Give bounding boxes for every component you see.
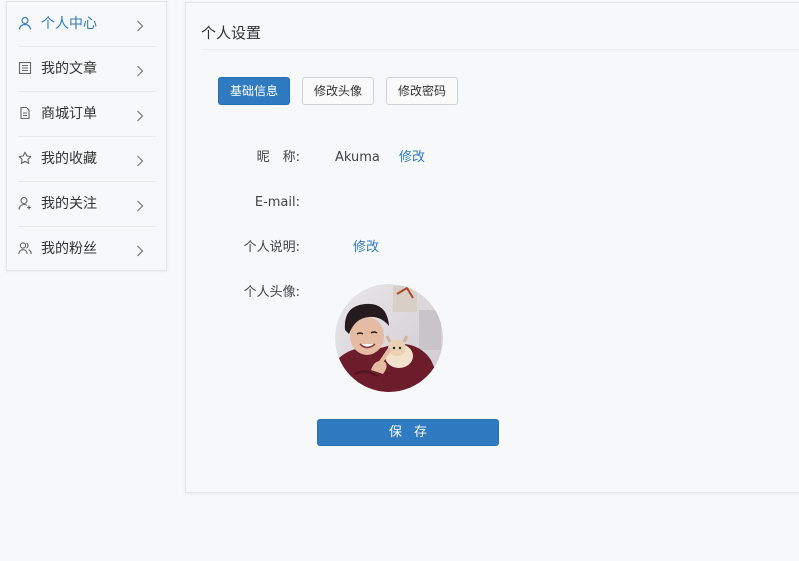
chevron-right-icon	[135, 17, 145, 32]
sidebar-nav: 个人中心 我的文章 商城订单 我的收藏 我的关注 我的粉丝	[6, 1, 167, 271]
bio-label: 个人说明:	[243, 240, 300, 255]
nickname-value: Akuma	[335, 150, 380, 165]
star-icon	[18, 151, 32, 165]
nickname-label: 昵 称:	[256, 150, 300, 165]
avatar-label: 个人头像:	[243, 285, 300, 300]
tab-basic-info[interactable]: 基础信息	[218, 77, 290, 105]
sidebar-item-label: 商城订单	[41, 106, 97, 122]
settings-panel: 个人设置 基础信息 修改头像 修改密码 昵 称: Akuma 修改 E-mail…	[185, 2, 799, 493]
sidebar-item-my-follows[interactable]: 我的关注	[7, 182, 166, 227]
chevron-right-icon	[135, 152, 145, 167]
sidebar-item-label: 我的收藏	[41, 151, 97, 167]
chevron-right-icon	[135, 107, 145, 122]
sidebar-item-personal-center[interactable]: 个人中心	[7, 2, 166, 47]
users-icon	[18, 241, 32, 255]
user-add-icon	[18, 196, 32, 210]
list-icon	[18, 61, 32, 75]
tab-change-password[interactable]: 修改密码	[386, 77, 458, 105]
user-icon	[18, 16, 32, 30]
save-button[interactable]: 保存	[317, 419, 499, 446]
page-title: 个人设置	[201, 24, 262, 42]
sidebar-item-shop-orders[interactable]: 商城订单	[7, 92, 166, 137]
chevron-right-icon	[135, 242, 145, 257]
tab-change-avatar[interactable]: 修改头像	[302, 77, 374, 105]
sidebar-item-my-fans[interactable]: 我的粉丝	[7, 227, 166, 272]
sidebar-item-label: 我的关注	[41, 196, 97, 212]
sidebar-item-label: 个人中心	[41, 16, 97, 32]
sidebar-item-my-articles[interactable]: 我的文章	[7, 47, 166, 92]
document-icon	[18, 106, 32, 120]
edit-bio-link[interactable]: 修改	[353, 239, 379, 257]
edit-nickname-link[interactable]: 修改	[399, 149, 425, 167]
chevron-right-icon	[135, 197, 145, 212]
chevron-right-icon	[135, 62, 145, 77]
sidebar-item-label: 我的粉丝	[41, 241, 97, 257]
email-label: E-mail:	[254, 195, 300, 210]
sidebar-item-label: 我的文章	[41, 61, 97, 77]
sidebar-item-my-favorites[interactable]: 我的收藏	[7, 137, 166, 182]
divider	[201, 49, 799, 50]
avatar	[335, 284, 443, 392]
